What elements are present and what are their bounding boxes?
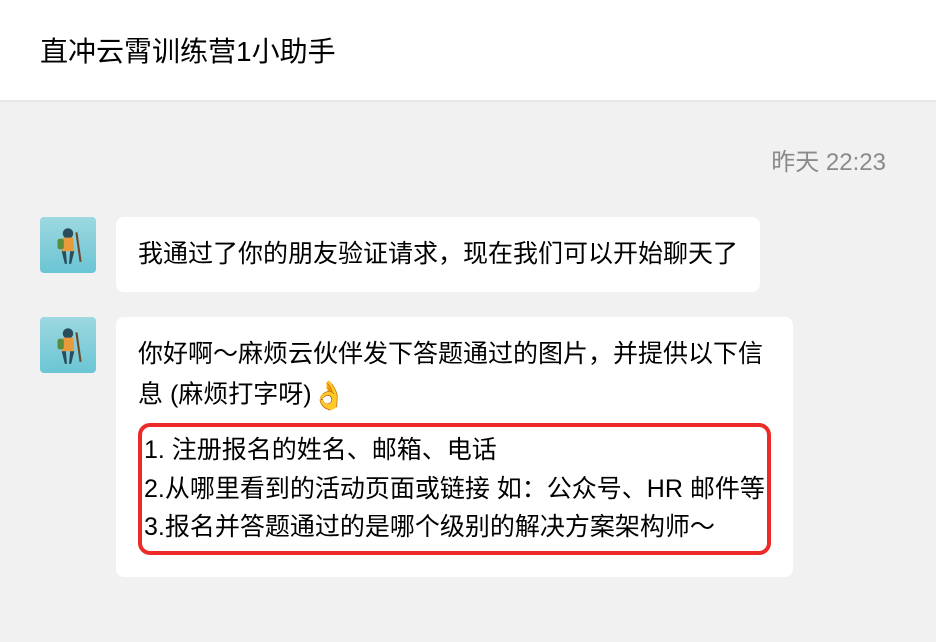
message-row: 你好啊～麻烦云伙伴发下答题通过的图片，并提供以下信 息 (麻烦打字呀)👌 1. … xyxy=(40,317,896,577)
message-bubble[interactable]: 你好啊～麻烦云伙伴发下答题通过的图片，并提供以下信 息 (麻烦打字呀)👌 1. … xyxy=(116,317,793,577)
chat-header: 直冲云霄训练营1小助手 xyxy=(0,0,936,102)
message-row: 我通过了你的朋友验证请求，现在我们可以开始聊天了 xyxy=(40,217,896,292)
hiker-icon xyxy=(47,224,89,266)
list-item: 3.报名并答题通过的是哪个级别的解决方案架构师～ xyxy=(144,508,765,547)
timestamp: 昨天 22:23 xyxy=(40,142,896,177)
avatar[interactable] xyxy=(40,317,96,373)
list-item: 1. 注册报名的姓名、邮箱、电话 xyxy=(144,431,765,470)
message-text: 你好啊～麻烦云伙伴发下答题通过的图片，并提供以下信 xyxy=(138,340,763,368)
avatar[interactable] xyxy=(40,217,96,273)
message-text-line: 你好啊～麻烦云伙伴发下答题通过的图片，并提供以下信 xyxy=(138,335,771,374)
message-bubble[interactable]: 我通过了你的朋友验证请求，现在我们可以开始聊天了 xyxy=(116,217,760,292)
message-text: 息 (麻烦打字呀) xyxy=(138,380,312,408)
message-text-line: 息 (麻烦打字呀)👌 xyxy=(138,374,771,417)
chat-area: 昨天 22:23 我通过了你的朋友验证请求，现在我们可以开始聊天了 xyxy=(0,102,936,642)
highlight-box: 1. 注册报名的姓名、邮箱、电话 2.从哪里看到的活动页面或链接 如：公众号、H… xyxy=(138,423,771,555)
list-item: 2.从哪里看到的活动页面或链接 如：公众号、HR 邮件等 xyxy=(144,470,765,509)
hiker-icon xyxy=(47,324,89,366)
chat-title: 直冲云霄训练营1小助手 xyxy=(40,30,896,70)
ok-hand-emoji: 👌 xyxy=(312,374,347,417)
message-text: 我通过了你的朋友验证请求，现在我们可以开始聊天了 xyxy=(138,240,738,268)
